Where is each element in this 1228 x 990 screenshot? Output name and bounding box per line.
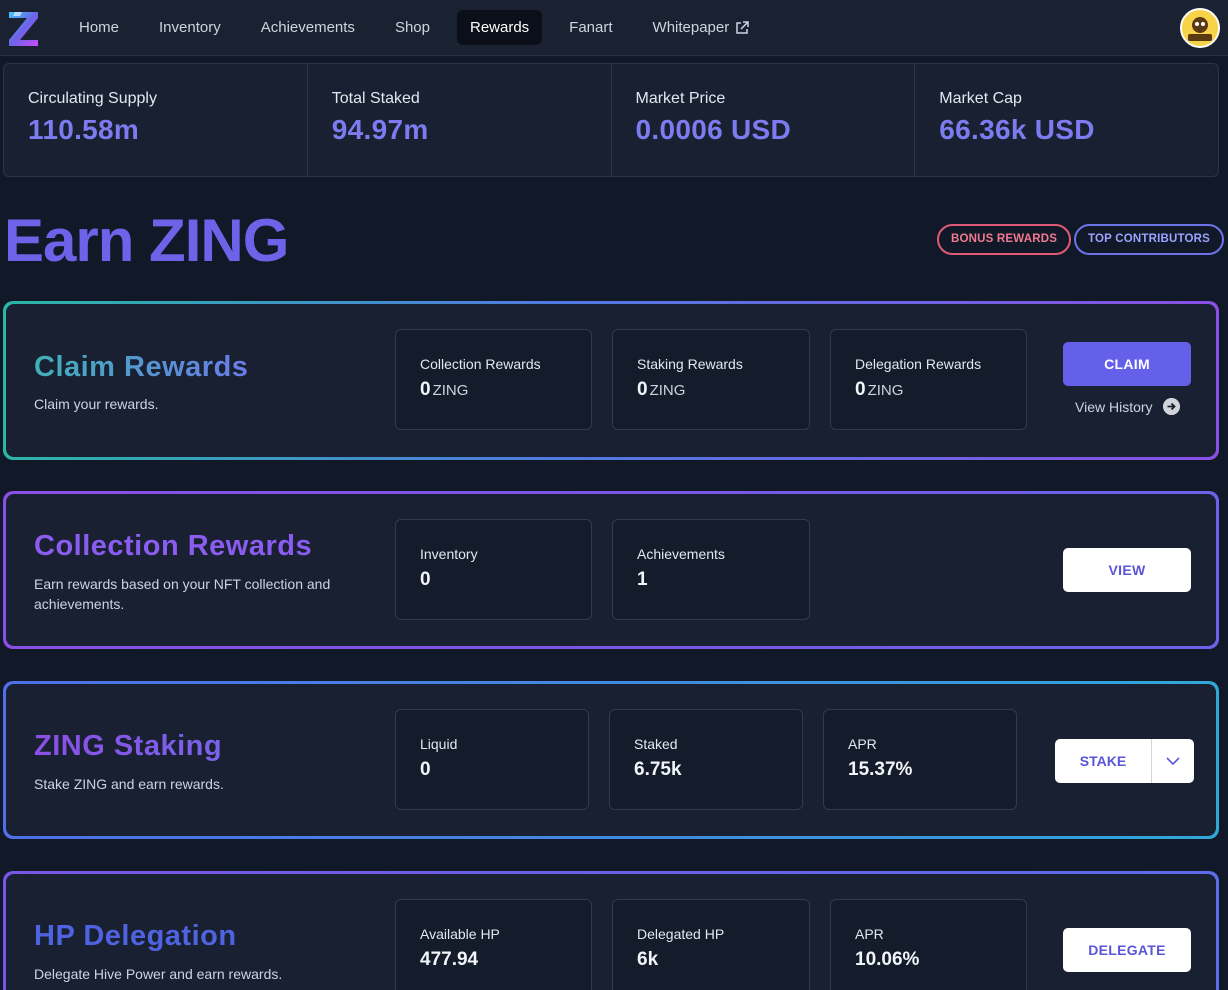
box-label: Liquid: [420, 736, 458, 752]
box-value: 0 ZING: [855, 379, 904, 400]
box-value: 0: [420, 759, 431, 780]
box-value: 0 ZING: [420, 379, 469, 400]
stat-value: 66.36k USD: [939, 114, 1095, 145]
box-value: 0: [420, 569, 431, 590]
stat-label: Market Cap: [939, 90, 1022, 107]
staking-rewards-box: Staking Rewards 0 ZING: [612, 329, 810, 430]
user-avatar-icon[interactable]: [1180, 8, 1220, 48]
collection-rewards-box: Collection Rewards 0 ZING: [395, 329, 592, 430]
inventory-box: Inventory 0: [395, 519, 592, 620]
stake-split-button: STAKE: [1055, 739, 1194, 783]
nav-fanart[interactable]: Fanart: [556, 10, 625, 45]
card-title: ZING Staking: [34, 730, 223, 762]
top-contributors-button[interactable]: TOP CONTRIBUTORS: [1074, 224, 1225, 255]
nav-home[interactable]: Home: [66, 10, 132, 45]
staking-apr-box: APR 15.37%: [823, 709, 1017, 810]
box-value: 477.94: [420, 949, 479, 970]
hp-delegation-card: HP Delegation Delegate Hive Power and ea…: [3, 871, 1219, 990]
delegated-hp-box: Delegated HP 6k: [612, 899, 810, 990]
box-label: Staked: [634, 736, 678, 752]
box-label: Staking Rewards: [637, 356, 743, 372]
achievements-box: Achievements 1: [612, 519, 810, 620]
box-value: 1: [637, 569, 648, 590]
zing-staking-card: ZING Staking Stake ZING and earn rewards…: [3, 681, 1219, 839]
nav-achievements[interactable]: Achievements: [248, 10, 368, 45]
stat-market-price: Market Price 0.0006 USD: [612, 64, 916, 176]
box-value: 6k: [637, 949, 659, 970]
card-description: Delegate Hive Power and earn rewards.: [34, 966, 283, 982]
stake-options-toggle[interactable]: [1152, 739, 1194, 783]
collection-rewards-card: Collection Rewards Earn rewards based on…: [3, 491, 1219, 649]
claim-rewards-card: Claim Rewards Claim your rewards. Collec…: [3, 301, 1219, 460]
box-value: 15.37%: [848, 759, 913, 780]
nav-shop[interactable]: Shop: [382, 10, 443, 45]
nav-whitepaper[interactable]: Whitepaper: [640, 10, 763, 45]
card-title: Collection Rewards: [34, 530, 313, 562]
card-title: Claim Rewards: [34, 351, 249, 383]
stake-button[interactable]: STAKE: [1055, 739, 1152, 783]
card-description: Stake ZING and earn rewards.: [34, 776, 224, 792]
nav-rewards[interactable]: Rewards: [456, 10, 543, 45]
stat-total-staked: Total Staked 94.97m: [308, 64, 612, 176]
view-history-link[interactable]: View History: [1075, 398, 1180, 415]
top-nav: Home Inventory Achievements Shop Rewards…: [0, 0, 1228, 56]
box-label: Delegation Rewards: [855, 356, 982, 372]
arrow-right-circle-icon: [1162, 398, 1180, 415]
card-title: HP Delegation: [34, 920, 237, 952]
stat-label: Total Staked: [331, 90, 420, 107]
available-hp-box: Available HP 477.94: [395, 899, 592, 990]
page-title: Earn ZING: [4, 207, 289, 274]
delegation-rewards-box: Delegation Rewards 0 ZING: [830, 329, 1027, 430]
box-value: 10.06%: [855, 949, 920, 970]
box-value: 6.75k: [634, 759, 682, 780]
stat-value: 110.58m: [28, 114, 140, 145]
stat-circulating-supply: Circulating Supply 110.58m: [4, 64, 308, 176]
card-description: Earn rewards based on your NFT collectio…: [34, 576, 331, 612]
box-label: Collection Rewards: [420, 356, 541, 372]
box-label: Inventory: [420, 546, 478, 562]
claim-button[interactable]: CLAIM: [1063, 342, 1191, 386]
delegate-button[interactable]: DELEGATE: [1063, 928, 1191, 972]
stat-value: 0.0006 USD: [635, 114, 792, 145]
zing-logo-icon[interactable]: [6, 10, 40, 48]
card-description: Claim your rewards.: [34, 396, 159, 412]
view-history-label: View History: [1075, 398, 1153, 415]
box-label: APR: [855, 926, 884, 942]
staked-box: Staked 6.75k: [609, 709, 803, 810]
delegation-apr-box: APR 10.06%: [830, 899, 1027, 990]
stat-value: 94.97m: [331, 114, 429, 145]
stat-label: Circulating Supply: [28, 90, 157, 107]
box-label: Available HP: [420, 926, 500, 942]
stat-market-cap: Market Cap 66.36k USD: [915, 64, 1218, 176]
box-label: Delegated HP: [637, 926, 725, 942]
bonus-rewards-button[interactable]: BONUS REWARDS: [937, 224, 1072, 255]
nav-inventory[interactable]: Inventory: [146, 10, 234, 45]
box-label: APR: [848, 736, 877, 752]
box-value: 0 ZING: [637, 379, 686, 400]
view-button[interactable]: VIEW: [1063, 548, 1191, 592]
token-stats: Circulating Supply 110.58m Total Staked …: [3, 63, 1219, 177]
external-link-icon: [736, 20, 749, 34]
stat-label: Market Price: [635, 90, 726, 107]
chevron-down-icon: [1166, 757, 1180, 766]
liquid-box: Liquid 0: [395, 709, 589, 810]
box-label: Achievements: [637, 546, 725, 562]
